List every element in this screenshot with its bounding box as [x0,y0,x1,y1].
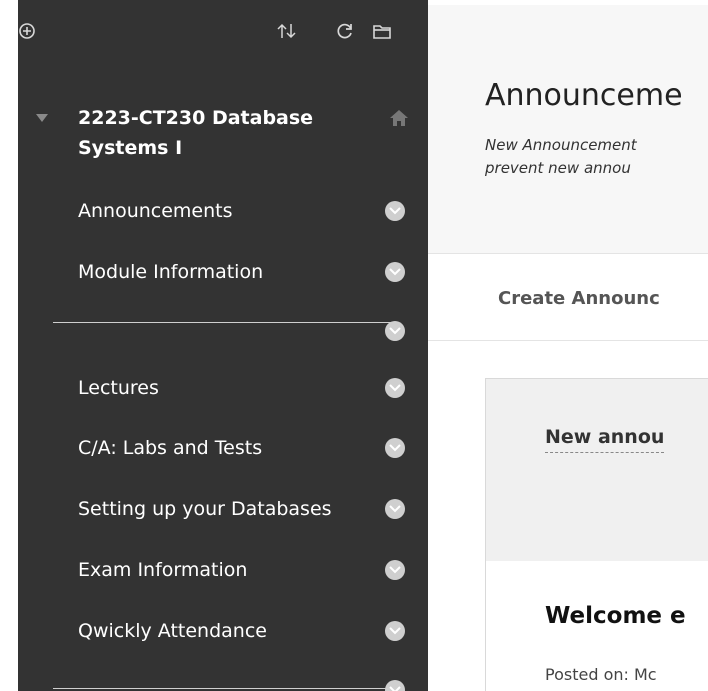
subtitle-line1: New Announcement [485,136,637,154]
action-bar: Create Announc [428,253,708,341]
chevron-down-icon[interactable] [385,321,405,341]
course-title[interactable]: 2223-CT230 Database Systems I [78,103,348,163]
sidebar-item-announcements[interactable]: Announcements [78,194,428,228]
page-title: Announceme [485,78,683,113]
sidebar-item-exam-information[interactable]: Exam Information [78,553,428,587]
chevron-down-icon[interactable] [385,680,405,691]
sidebar-item-label: Exam Information [78,559,248,581]
chevron-down-icon[interactable] [385,262,405,282]
subtitle-line2: prevent new annou [485,159,631,177]
collapse-caret-icon[interactable] [36,114,48,122]
sort-icon[interactable] [276,22,298,44]
sidebar-item-label: Module Information [78,261,264,283]
sidebar-item-label: C/A: Labs and Tests [78,437,263,459]
sidebar-item-label: Setting up your Databases [78,498,332,520]
announcement-card-header: New annou [485,378,708,563]
main-content: Announceme New Announcement prevent new … [428,0,708,691]
refresh-icon[interactable] [336,22,354,44]
menu-divider [53,688,396,689]
page-subtitle: New Announcement prevent new annou [485,134,708,180]
sidebar-item-qwickly-attendance[interactable]: Qwickly Attendance [78,614,428,648]
course-title-line1: 2223-CT230 Database [78,107,314,129]
add-icon[interactable] [18,22,36,44]
left-edge [0,0,18,691]
sidebar-item-setting-up-databases[interactable]: Setting up your Databases [78,492,428,526]
course-title-line2: Systems I [78,137,183,159]
chevron-down-icon[interactable] [385,438,405,458]
create-announcement-button[interactable]: Create Announc [498,288,660,309]
sidebar-item-labs-and-tests[interactable]: C/A: Labs and Tests [78,431,428,465]
posted-on-text: Posted on: Mc [545,665,657,684]
sidebar-item-label: Qwickly Attendance [78,620,267,642]
page-header: Announceme New Announcement prevent new … [428,5,708,253]
course-sidebar: 2223-CT230 Database Systems I Announceme… [18,0,428,691]
sidebar-item-lectures[interactable]: Lectures [78,371,428,405]
new-announcement-link[interactable]: New annou [545,426,665,453]
sidebar-item-label: Announcements [78,200,233,222]
chevron-down-icon[interactable] [385,621,405,641]
sidebar-item-label: Lectures [78,377,159,399]
chevron-down-icon[interactable] [385,378,405,398]
sidebar-item-module-information[interactable]: Module Information [78,255,428,289]
chevron-down-icon[interactable] [385,499,405,519]
chevron-down-icon[interactable] [385,201,405,221]
announcement-card-body: Welcome e Posted on: Mc [485,561,708,691]
chevron-down-icon[interactable] [385,560,405,580]
menu-divider [53,322,396,323]
announcement-title: Welcome e [545,603,686,629]
home-icon[interactable] [388,108,410,132]
folder-icon[interactable] [372,22,392,44]
